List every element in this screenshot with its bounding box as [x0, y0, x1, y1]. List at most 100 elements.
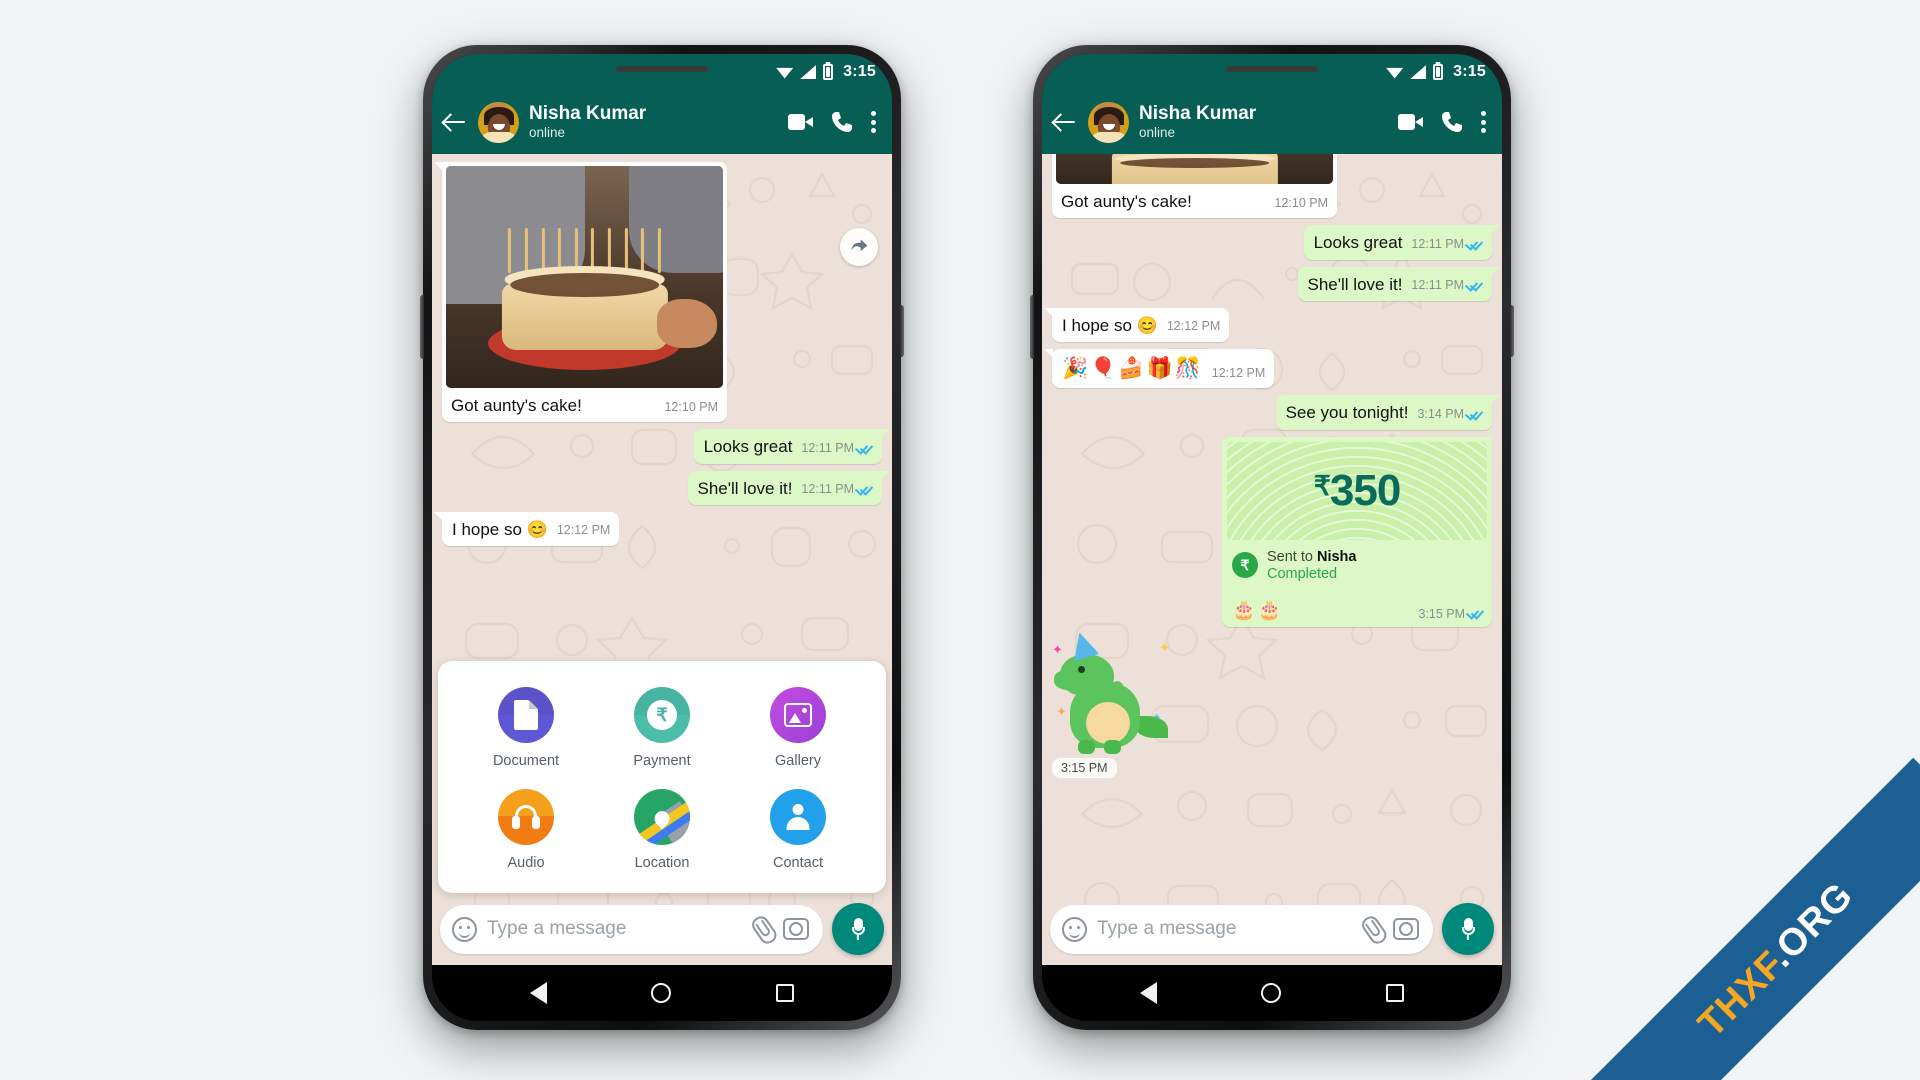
phone-left-power-button[interactable]: [900, 305, 904, 357]
android-nav-bar-right: [1042, 965, 1502, 1021]
microphone-icon[interactable]: [832, 903, 884, 955]
overflow-menu-icon[interactable]: [871, 111, 876, 133]
message-list-right[interactable]: Got aunty's cake! 12:10 PM Looks great 1…: [1042, 154, 1502, 897]
video-call-icon[interactable]: [1398, 114, 1423, 130]
message-input-pill[interactable]: Type a message: [1050, 904, 1433, 954]
phone-right-power-button[interactable]: [1510, 305, 1514, 357]
contact-titles[interactable]: Nisha Kumar online: [529, 103, 778, 141]
android-home-icon[interactable]: [1261, 983, 1282, 1003]
message-row: I hope so 😊 12:12 PM: [433, 511, 882, 546]
attachment-option-document[interactable]: Document: [458, 687, 594, 769]
message-row: 🎉🎈🍰🎁🎊 12:12 PM: [1043, 349, 1492, 389]
currency-symbol: ₹: [1313, 470, 1331, 501]
message-input-pill[interactable]: Type a message: [440, 904, 823, 954]
status-bar-time: 3:15: [1453, 63, 1486, 80]
back-arrow-icon[interactable]: [1052, 109, 1078, 135]
recipient-name: Nisha: [1316, 548, 1357, 565]
battery-icon: [1433, 64, 1444, 80]
document-icon: [498, 687, 554, 743]
android-recents-icon[interactable]: [1385, 984, 1404, 1002]
message-time: 12:10 PM: [664, 399, 718, 414]
payment-state: Completed: [1267, 565, 1338, 582]
message-row: ₹350 ₹ Sent to Nisha Completed 🎂🎂 3:15 P…: [1052, 436, 1492, 627]
overflow-menu-icon[interactable]: [1481, 111, 1486, 133]
message-row: Looks great 12:11 PM: [442, 429, 891, 464]
message-text: Looks great: [703, 437, 793, 457]
message-time: 12:11 PM: [1411, 278, 1464, 293]
contact-avatar[interactable]: [1088, 101, 1129, 143]
attachment-option-gallery[interactable]: Gallery: [730, 687, 866, 769]
message-text: I hope so 😊: [452, 519, 548, 539]
android-back-icon[interactable]: [1140, 982, 1158, 1004]
android-nav-bar-left: [432, 965, 892, 1021]
paperclip-icon[interactable]: [745, 912, 778, 946]
phone-left-volume-button[interactable]: [420, 295, 424, 359]
outgoing-text-bubble[interactable]: She'll love it! 12:11 PM: [687, 470, 891, 505]
recipient-prefix: Sent to: [1267, 548, 1317, 565]
voice-call-icon[interactable]: [1441, 111, 1463, 133]
message-text: Looks great: [1313, 233, 1403, 253]
message-row: She'll love it! 12:11 PM: [1052, 266, 1501, 301]
android-back-icon[interactable]: [530, 982, 548, 1004]
android-home-icon[interactable]: [651, 983, 672, 1003]
person-contact-icon: [770, 789, 826, 845]
sticker-time: 3:15 PM: [1052, 757, 1117, 778]
attachment-panel[interactable]: Document ₹ Payment Gallery Audio Locatio…: [438, 661, 886, 893]
wifi-icon: [776, 66, 793, 79]
status-bar: 3:15: [1042, 54, 1502, 90]
camera-icon[interactable]: [783, 918, 809, 940]
message-text: I hope so 😊: [1062, 315, 1158, 335]
video-call-icon[interactable]: [788, 114, 813, 130]
message-time: 12:12 PM: [1166, 319, 1221, 334]
attachment-option-audio[interactable]: Audio: [458, 789, 594, 871]
message-text: She'll love it!: [1307, 274, 1403, 294]
forward-icon[interactable]: [840, 228, 878, 266]
incoming-emoji-bubble[interactable]: 🎉🎈🍰🎁🎊 12:12 PM: [1043, 349, 1275, 389]
site-watermark: THXF.ORG: [1580, 740, 1920, 1080]
image-message-bubble[interactable]: Got aunty's cake! 12:10 PM: [434, 162, 727, 423]
contact-presence: online: [1139, 125, 1176, 140]
incoming-text-bubble[interactable]: I hope so 😊 12:12 PM: [433, 511, 620, 546]
paperclip-icon[interactable]: [1355, 912, 1388, 946]
attachment-label: Payment: [633, 753, 691, 769]
emoji-smiley-icon[interactable]: [452, 916, 477, 942]
incoming-text-bubble[interactable]: I hope so 😊 12:12 PM: [1043, 307, 1230, 342]
watermark-text-primary: THXF: [1690, 945, 1790, 1046]
contact-avatar[interactable]: [478, 101, 519, 143]
voice-call-icon[interactable]: [831, 111, 853, 133]
camera-icon[interactable]: [1393, 918, 1419, 940]
message-time: 12:12 PM: [556, 523, 611, 538]
message-time: 3:14 PM: [1417, 406, 1464, 421]
message-row: I hope so 😊 12:12 PM: [1043, 307, 1492, 342]
image-message-bubble[interactable]: Got aunty's cake! 12:10 PM: [1052, 154, 1337, 219]
attachment-option-payment[interactable]: ₹ Payment: [594, 687, 730, 769]
party-dinosaur-sticker[interactable]: ✦✦ ✦✦: [1052, 628, 1172, 754]
back-arrow-icon[interactable]: [442, 109, 468, 135]
chat-app-bar: Nisha Kumar online: [432, 90, 892, 154]
payment-message-card[interactable]: ₹350 ₹ Sent to Nisha Completed 🎂🎂 3:15 P…: [1222, 436, 1492, 627]
outgoing-text-bubble[interactable]: Looks great 12:11 PM: [1303, 225, 1501, 260]
attachment-option-contact[interactable]: Contact: [730, 789, 866, 871]
outgoing-text-bubble[interactable]: Looks great 12:11 PM: [693, 429, 891, 464]
message-time: 12:11 PM: [801, 440, 854, 455]
contact-titles[interactable]: Nisha Kumar online: [1139, 103, 1388, 141]
payment-card-footer: 🎂🎂 3:15 PM: [1222, 593, 1492, 627]
emoji-smiley-icon[interactable]: [1062, 916, 1087, 942]
message-time: 12:10 PM: [1274, 195, 1328, 210]
outgoing-text-bubble[interactable]: See you tonight! 3:14 PM: [1275, 395, 1501, 430]
attachment-option-location[interactable]: Location: [594, 789, 730, 871]
microphone-icon[interactable]: [1442, 903, 1494, 955]
contact-presence: online: [529, 125, 566, 140]
android-recents-icon[interactable]: [775, 984, 794, 1002]
sticker-message[interactable]: ✦✦ ✦✦ 3:15 PM: [1052, 628, 1172, 778]
message-input[interactable]: Type a message: [487, 918, 740, 940]
outgoing-text-bubble[interactable]: She'll love it! 12:11 PM: [1297, 266, 1501, 301]
cake-photo[interactable]: [446, 166, 723, 388]
phone-right-volume-button[interactable]: [1030, 295, 1034, 359]
message-input[interactable]: Type a message: [1097, 918, 1350, 940]
cake-photo[interactable]: [1056, 154, 1333, 184]
status-bar-time: 3:15: [843, 63, 876, 80]
chat-app-bar: Nisha Kumar online: [1042, 90, 1502, 154]
watermark-text-secondary: .ORG: [1760, 874, 1862, 976]
message-list-left[interactable]: Got aunty's cake! 12:10 PM Looks great 1…: [432, 154, 892, 661]
